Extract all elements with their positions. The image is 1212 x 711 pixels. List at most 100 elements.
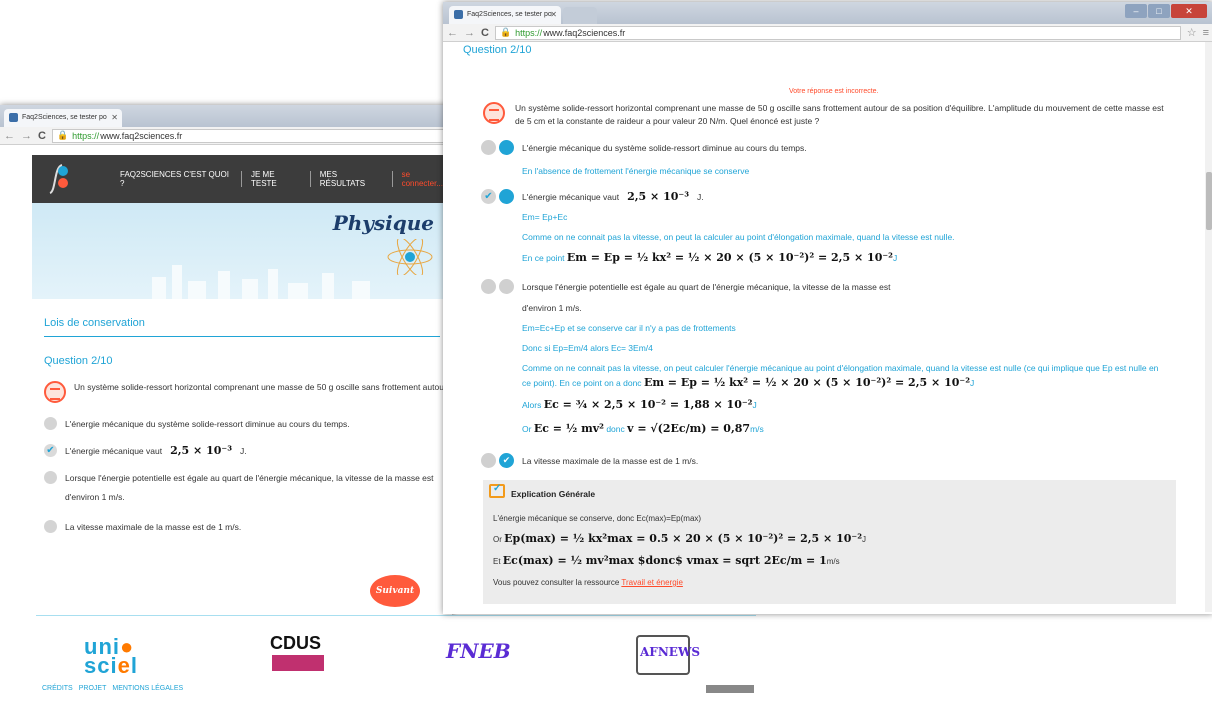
question-icon: [44, 381, 66, 403]
question-row: Un système solide-ressort horizontal com…: [483, 102, 1183, 128]
radio-button[interactable]: [44, 520, 57, 533]
cdus-logo-bar: [272, 655, 324, 671]
close-window-icon[interactable]: ✕: [1171, 4, 1207, 18]
back-arrow-icon[interactable]: ←: [447, 27, 458, 39]
radio-button[interactable]: [44, 471, 57, 484]
site-footer: uni● sciel CDUS FNEB AFNEWS CRÉDITS PROJE…: [0, 615, 757, 711]
favicon-icon: [9, 113, 18, 122]
correct-answer-indicator: [499, 189, 514, 204]
banner: Physique: [32, 203, 452, 299]
option-explanation: Comme on ne connait pas la vitesse, on p…: [522, 363, 1159, 373]
browser-tab[interactable]: Faq2Sciences, se tester po ✕: [4, 109, 122, 127]
checkmark-icon[interactable]: ✔: [44, 444, 57, 457]
explanation-icon: [489, 483, 505, 498]
answer-option[interactable]: L'énergie mécanique du système solide-re…: [44, 417, 452, 430]
atom-icon: [387, 239, 433, 275]
option-explanation: ce point). En ce point on a donc Em = Ep…: [522, 376, 975, 389]
option-explanation: Em= Ep+Ec: [522, 212, 568, 222]
lock-icon: 🔒: [56, 130, 69, 140]
option-explanation: Donc si Ep=Em/4 alors Ec= 3Em/4: [522, 343, 653, 353]
fneb-logo[interactable]: FNEB: [446, 639, 511, 663]
quiz-panel: Question 2/10 Votre réponse est incorrec…: [443, 42, 1206, 612]
forward-arrow-icon[interactable]: →: [21, 130, 32, 142]
question-icon: [483, 102, 505, 124]
afnews-logo[interactable]: AFNEWS: [636, 635, 700, 675]
window-controls: – □ ✕: [1125, 4, 1207, 18]
menu-icon[interactable]: ≡: [1203, 27, 1209, 39]
resource-link[interactable]: Travail et énergie: [621, 578, 683, 587]
favicon-icon: [454, 10, 463, 19]
url-field[interactable]: 🔒 https://www.faq2sciences.fr: [494, 25, 1181, 40]
quiz-panel: Lois de conservation Question 2/10 Un sy…: [0, 299, 452, 533]
answer-option[interactable]: ✔ L'énergie mécanique vaut 2,5 × 10⁻³ J.: [44, 444, 452, 457]
front-browser-window: Faq2Sciences, se tester po ✕ – □ ✕ ← → C…: [443, 2, 1212, 614]
tab-strip: Faq2Sciences, se tester po ✕ – □ ✕: [443, 2, 1212, 24]
question-row: Un système solide-ressort horizontal com…: [44, 381, 452, 403]
close-tab-icon[interactable]: ✕: [550, 10, 557, 19]
scrollbar[interactable]: [1205, 42, 1212, 612]
option-explanation: Or Ec = ½ mv² donc v = √(2Ec/m) = 0,87m/…: [522, 422, 764, 435]
option-explanation: Alors Ec = ¾ × 2,5 × 10⁻² = 1,88 × 10⁻²J: [522, 398, 757, 411]
skyline: [172, 265, 182, 299]
menu-item-what[interactable]: FAQ2SCIENCES C'EST QUOI ?: [120, 170, 232, 188]
skyline: [268, 269, 278, 299]
skyline: [322, 273, 334, 299]
skyline: [288, 283, 308, 299]
correct-answer-indicator: [499, 279, 514, 294]
legal-link[interactable]: MENTIONS LÉGALES: [112, 685, 183, 692]
explanation-line: Et Ec(max) = ½ mv²max $donc$ vmax = sqrt…: [493, 554, 840, 567]
checkmark-icon: ✔: [499, 453, 514, 468]
menu-item-test[interactable]: JE ME TESTE: [251, 170, 301, 188]
reload-icon[interactable]: C: [481, 27, 489, 39]
question-label: Question 2/10: [463, 44, 532, 56]
answer-option[interactable]: ✔ L'énergie mécanique vaut 2,5 × 10⁻³ J.: [481, 189, 704, 204]
reload-icon[interactable]: C: [38, 130, 46, 142]
back-arrow-icon[interactable]: ←: [4, 130, 15, 142]
feedback-message: Votre réponse est incorrecte.: [789, 88, 879, 95]
answer-option-continued: d'environ 1 m/s.: [65, 492, 125, 502]
question-text: Un système solide-ressort horizontal com…: [74, 382, 452, 392]
answer-option[interactable]: ✔ La vitesse maximale de la masse est de…: [481, 453, 698, 468]
answer-option[interactable]: Lorsque l'énergie potentielle est égale …: [481, 279, 891, 294]
site-header: FAQ2SCIENCES C'EST QUOI ? JE ME TESTE ME…: [32, 155, 452, 203]
divider: [309, 171, 311, 187]
user-answer-indicator: [481, 140, 496, 155]
scrollbar-thumb[interactable]: [1206, 172, 1212, 230]
minimize-icon[interactable]: –: [1125, 4, 1147, 18]
answer-option[interactable]: Lorsque l'énergie potentielle est égale …: [44, 471, 452, 484]
address-bar: ← → C 🔒 https://www.faq2sciences.fr: [0, 127, 452, 145]
correct-answer-indicator: [499, 140, 514, 155]
creative-commons-badge[interactable]: [706, 685, 754, 693]
option-text-continued: d'environ 1 m/s.: [522, 303, 582, 313]
explanation-line: Vous pouvez consulter la ressource Trava…: [493, 578, 683, 587]
general-explanation-box: Explication Générale L'énergie mécanique…: [483, 480, 1176, 604]
explanation-line: Or Ep(max) = ½ kx²max = 0.5 × 20 × (5 × …: [493, 532, 867, 545]
answer-option[interactable]: La vitesse maximale de la masse est de 1…: [44, 520, 452, 533]
answer-option[interactable]: L'énergie mécanique du système solide-re…: [481, 140, 807, 155]
footer-divider: [36, 615, 756, 616]
credits-link[interactable]: CRÉDITS: [42, 685, 73, 692]
close-tab-icon[interactable]: ✕: [111, 113, 118, 122]
radio-button[interactable]: [44, 417, 57, 430]
question-label: Question 2/10: [44, 355, 113, 367]
maximize-icon[interactable]: □: [1148, 4, 1170, 18]
unisciel-logo[interactable]: uni● sciel: [84, 636, 138, 677]
forward-arrow-icon[interactable]: →: [464, 27, 475, 39]
project-link[interactable]: PROJET: [79, 685, 107, 692]
next-button[interactable]: Suivant: [370, 575, 420, 607]
section-title: Lois de conservation: [44, 299, 440, 337]
option-explanation: En l'absence de frottement l'énergie méc…: [522, 166, 750, 176]
skyline: [218, 271, 230, 299]
new-tab-button[interactable]: [563, 7, 597, 24]
option-explanation: Em=Ec+Ep et se conserve car il n'y a pas…: [522, 323, 736, 333]
divider: [241, 171, 242, 187]
user-answer-indicator: [481, 279, 496, 294]
browser-tab[interactable]: Faq2Sciences, se tester po ✕: [449, 6, 561, 24]
cdus-logo[interactable]: CDUS: [270, 633, 321, 654]
lock-icon: 🔒: [499, 27, 512, 37]
option-explanation: Comme on ne connait pas la vitesse, on p…: [522, 232, 955, 242]
explanation-line: L'énergie mécanique se conserve, donc Ec…: [493, 514, 702, 523]
url-field[interactable]: 🔒 https://www.faq2sciences.fr: [51, 128, 448, 143]
menu-item-results[interactable]: MES RÉSULTATS: [320, 170, 383, 188]
bookmark-star-icon[interactable]: ☆: [1187, 26, 1197, 39]
